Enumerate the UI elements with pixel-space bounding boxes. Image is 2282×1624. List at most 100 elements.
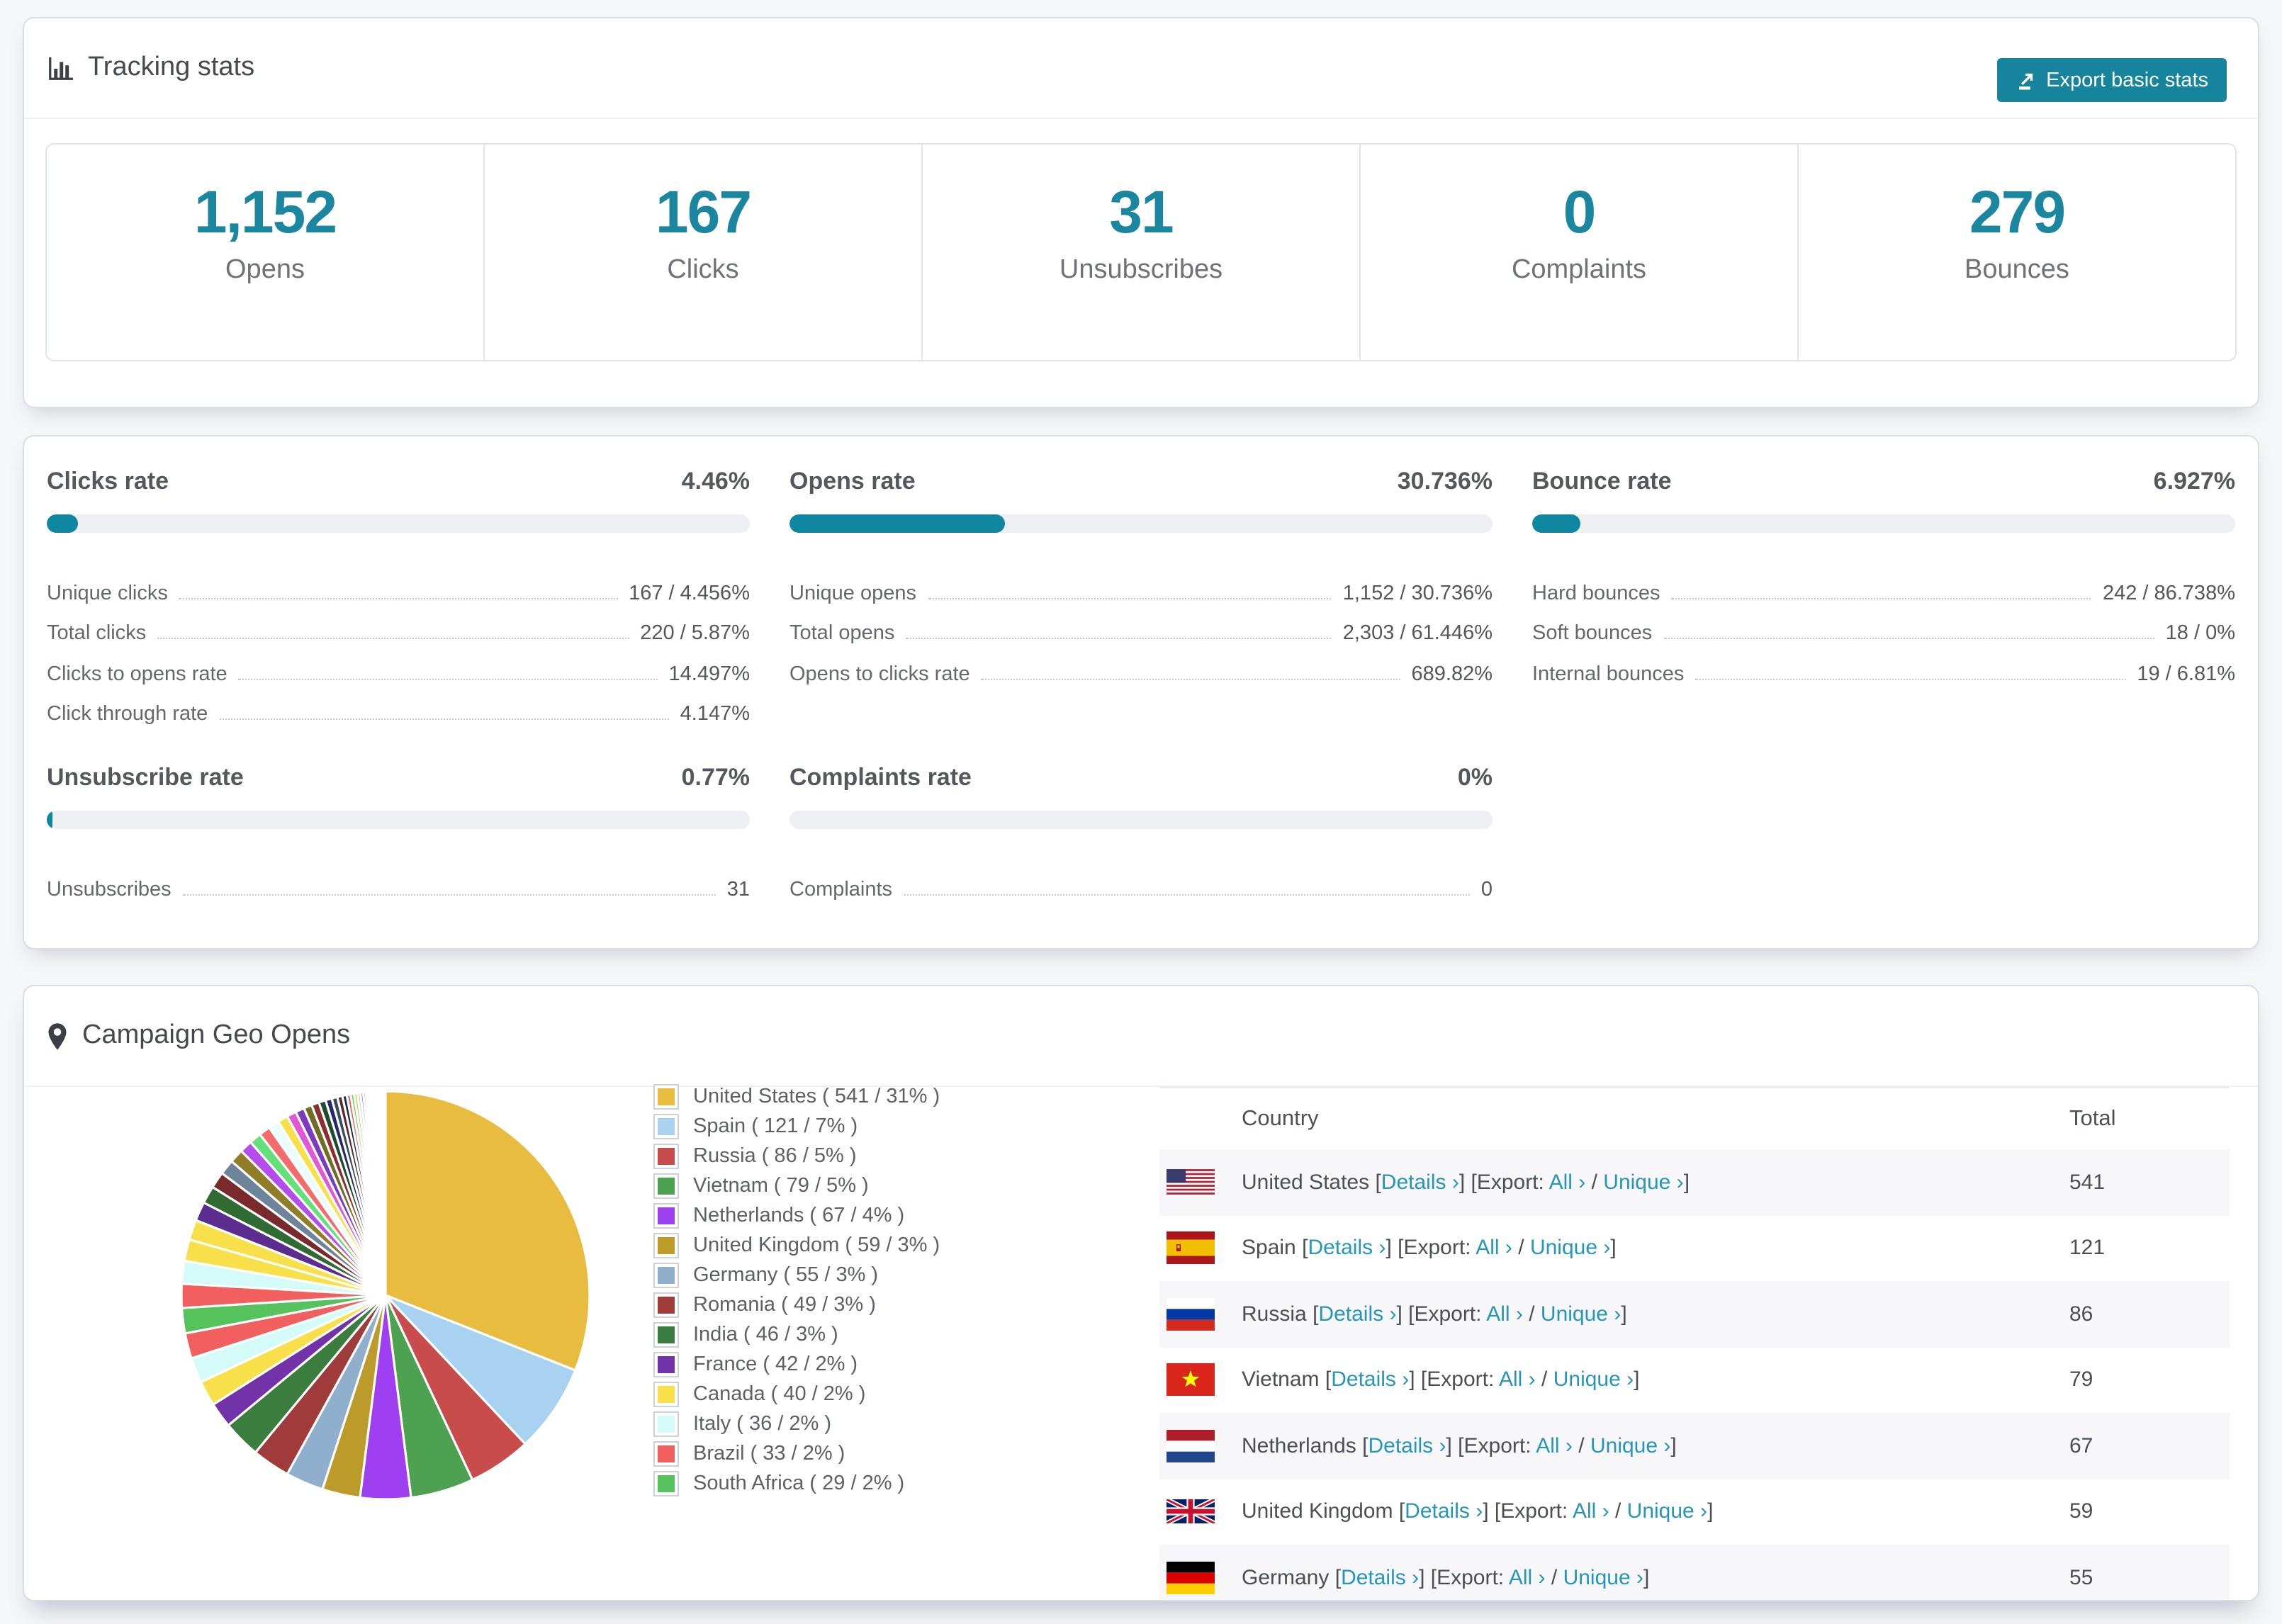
export-unique-link[interactable]: Unique ›: [1541, 1302, 1621, 1326]
total-cell: 121: [2069, 1236, 2106, 1261]
metric-label: Hard bounces: [1532, 582, 1660, 604]
export-all-link[interactable]: All ›: [1476, 1236, 1512, 1261]
rate-value: 4.46%: [681, 468, 750, 495]
metric-value: 167 / 4.456%: [629, 582, 750, 604]
legend-label: India ( 46 / 3% ): [693, 1323, 838, 1346]
stat-cell-opens: 1,152 Opens: [47, 145, 485, 360]
export-unique-link[interactable]: Unique ›: [1590, 1434, 1670, 1458]
details-link[interactable]: Details ›: [1405, 1500, 1483, 1524]
metric-row: Soft bounces 18 / 0%: [1532, 604, 2235, 645]
rate-progress-bar: [47, 514, 750, 533]
stat-label: Bounces: [1965, 255, 2069, 285]
legend-item-united-states[interactable]: United States ( 541 / 31% ): [655, 1081, 940, 1111]
metric-label: Complaints: [789, 878, 893, 901]
legend-item-russia[interactable]: Russia ( 86 / 5% ): [655, 1141, 940, 1171]
rate-block-bounce-rate: Bounce rate 6.927% Hard bounces 242 / 86.73…: [1532, 468, 2235, 726]
country-name: Russia: [1242, 1302, 1313, 1326]
rate-value: 0%: [1457, 764, 1493, 791]
metric-label: Opens to clicks rate: [789, 662, 970, 685]
legend-item-brazil[interactable]: Brazil ( 33 / 2% ): [655, 1438, 940, 1468]
export-unique-link[interactable]: Unique ›: [1563, 1566, 1643, 1590]
metric-label: Internal bounces: [1532, 662, 1685, 685]
legend-label: Italy ( 36 / 2% ): [693, 1412, 832, 1435]
geo-header: Campaign Geo Opens: [24, 986, 2258, 1087]
rate-progress-fill: [789, 514, 1006, 533]
bracket: ] [Export:: [1446, 1433, 1536, 1458]
legend-item-india[interactable]: India ( 46 / 3% ): [655, 1319, 940, 1349]
export-all-link[interactable]: All ›: [1509, 1566, 1546, 1590]
legend-swatch: [655, 1412, 678, 1435]
flag-ru-icon: [1167, 1297, 1215, 1331]
map-pin-icon: [47, 1021, 68, 1051]
metric-label: Soft bounces: [1532, 622, 1653, 645]
bracket: ] [Export:: [1409, 1368, 1499, 1392]
stat-cell-complaints: 0 Complaints: [1361, 145, 1799, 360]
metric-value: 19 / 6.81%: [2137, 662, 2235, 685]
legend-label: Spain ( 121 / 7% ): [693, 1115, 858, 1137]
total-cell: 86: [2069, 1302, 2093, 1326]
dotted-leader: [238, 678, 658, 680]
legend-item-netherlands[interactable]: Netherlands ( 67 / 4% ): [655, 1200, 940, 1230]
stat-label: Clicks: [667, 255, 739, 285]
metric-value: 220 / 5.87%: [640, 622, 750, 645]
separator: /: [1572, 1433, 1590, 1458]
legend-item-canada[interactable]: Canada ( 40 / 2% ): [655, 1379, 940, 1409]
pie-legend: United States ( 541 / 31% ) Spain ( 121 /…: [655, 1081, 940, 1498]
geo-title: Campaign Geo Opens: [82, 1020, 351, 1050]
export-all-link[interactable]: All ›: [1573, 1500, 1609, 1524]
stats-row: 1,152 Opens 167 Clicks 31 Unsubscribes 0 Compla…: [45, 143, 2237, 361]
column-header-total: Total: [2069, 1106, 2116, 1130]
legend-item-spain[interactable]: Spain ( 121 / 7% ): [655, 1111, 940, 1141]
details-link[interactable]: Details ›: [1318, 1302, 1396, 1326]
details-link[interactable]: Details ›: [1341, 1566, 1419, 1590]
export-unique-link[interactable]: Unique ›: [1530, 1236, 1610, 1261]
rate-block-clicks-rate: Clicks rate 4.46% Unique clicks 167 / 4.456…: [47, 468, 750, 726]
export-unique-link[interactable]: Unique ›: [1553, 1368, 1634, 1392]
dotted-leader: [1663, 638, 2154, 639]
flag-gb-icon: [1167, 1499, 1215, 1524]
table-row-russia: Russia [Details ›] [Export: All › / Uniq…: [1159, 1281, 2230, 1347]
export-all-link[interactable]: All ›: [1486, 1302, 1523, 1326]
bracket: ]: [1634, 1368, 1640, 1392]
export-all-link[interactable]: All ›: [1536, 1434, 1573, 1458]
details-link[interactable]: Details ›: [1308, 1236, 1386, 1261]
legend-item-south-africa[interactable]: South Africa ( 29 / 2% ): [655, 1468, 940, 1498]
legend-item-germany[interactable]: Germany ( 55 / 3% ): [655, 1260, 940, 1290]
legend-item-italy[interactable]: Italy ( 36 / 2% ): [655, 1409, 940, 1438]
dotted-leader: [906, 638, 1332, 639]
export-unique-link[interactable]: Unique ›: [1627, 1500, 1707, 1524]
details-link[interactable]: Details ›: [1368, 1434, 1446, 1458]
details-link[interactable]: Details ›: [1331, 1368, 1409, 1392]
bracket: ] [Export:: [1386, 1236, 1476, 1261]
metric-value: 14.497%: [668, 662, 751, 685]
export-all-link[interactable]: All ›: [1499, 1368, 1536, 1392]
country-name: Vietnam: [1242, 1368, 1325, 1392]
legend-item-france[interactable]: France ( 42 / 2% ): [655, 1349, 940, 1379]
rate-progress-fill: [47, 811, 52, 829]
stat-label: Opens: [225, 255, 305, 285]
details-link[interactable]: Details ›: [1381, 1171, 1459, 1195]
stat-value: 1,152: [193, 179, 337, 245]
legend-swatch: [655, 1293, 678, 1316]
metric-row: Click through rate 4.147%: [47, 685, 750, 726]
bracket: [: [1334, 1565, 1342, 1590]
export-all-link[interactable]: All ›: [1549, 1171, 1586, 1195]
tracking-stats-header: Tracking stats Export basic stats: [24, 18, 2258, 119]
export-unique-link[interactable]: Unique ›: [1603, 1171, 1683, 1195]
table-row-netherlands: Netherlands [Details ›] [Export: All › /…: [1159, 1413, 2230, 1479]
table-header-row: Country Total: [1159, 1088, 2230, 1149]
legend-item-romania[interactable]: Romania ( 49 / 3% ): [655, 1290, 940, 1319]
table-row-vietnam: Vietnam [Details ›] [Export: All › / Uni…: [1159, 1347, 2230, 1413]
metric-value: 242 / 86.738%: [2102, 582, 2235, 604]
legend-item-vietnam[interactable]: Vietnam ( 79 / 5% ): [655, 1171, 940, 1200]
column-header-country: Country: [1242, 1106, 1319, 1130]
metric-label: Total clicks: [47, 622, 147, 645]
rate-progress-bar: [789, 811, 1493, 829]
bracket: ]: [1707, 1499, 1714, 1524]
rate-progress-fill: [47, 514, 79, 533]
export-basic-stats-button[interactable]: Export basic stats: [1996, 58, 2227, 102]
rate-progress-bar: [47, 811, 750, 829]
legend-label: United States ( 541 / 31% ): [693, 1085, 940, 1107]
legend-label: United Kingdom ( 59 / 3% ): [693, 1234, 940, 1256]
legend-item-united-kingdom[interactable]: United Kingdom ( 59 / 3% ): [655, 1230, 940, 1260]
